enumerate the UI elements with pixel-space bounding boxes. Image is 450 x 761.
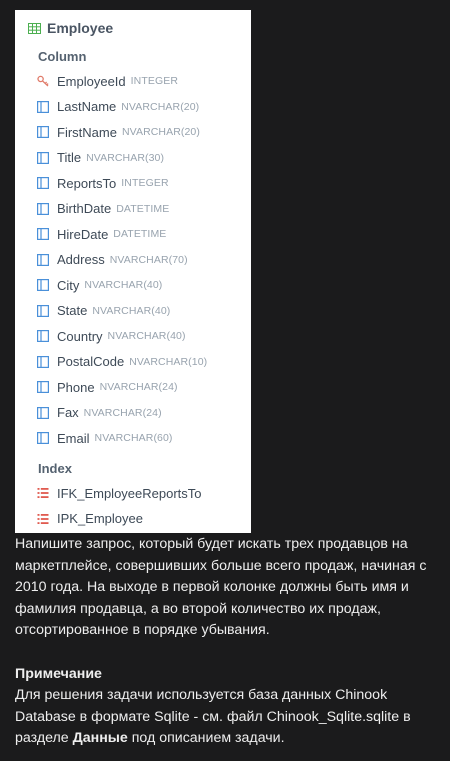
column-type: NVARCHAR(24) — [83, 406, 162, 419]
column-name: State — [57, 303, 88, 318]
column-row[interactable]: BirthDate DATETIME — [37, 200, 169, 218]
column-name: LastName — [57, 99, 117, 114]
column-name: City — [57, 277, 80, 293]
column-type: DATETIME — [116, 202, 170, 215]
column-row[interactable]: EmployeeId INTEGER — [37, 72, 178, 90]
column-row[interactable]: City NVARCHAR(40) — [37, 276, 162, 294]
column-type: NVARCHAR(20) — [121, 126, 200, 138]
column-row[interactable]: Email NVARCHAR(60) — [37, 429, 173, 447]
column-icon — [37, 177, 49, 189]
task-text: Напишите запрос, который будет искать тр… — [15, 536, 427, 639]
column-icon — [37, 253, 49, 266]
column-name: EmployeeId — [57, 73, 126, 89]
index-row[interactable]: IFK_EmployeeReportsTo — [37, 484, 202, 502]
column-icon — [37, 406, 49, 419]
column-name: Fax — [57, 405, 79, 420]
column-name: Email — [57, 430, 90, 446]
column-name: FirstName — [57, 124, 117, 140]
column-section-label: Column — [38, 49, 87, 64]
column-type: INTEGER — [121, 177, 169, 189]
column-icon — [37, 100, 49, 113]
column-type: INTEGER — [130, 75, 179, 87]
column-icon — [37, 279, 49, 291]
column-icon — [37, 330, 49, 342]
column-icon — [37, 432, 49, 444]
column-row[interactable]: FirstName NVARCHAR(20) — [37, 123, 200, 141]
column-type: NVARCHAR(30) — [86, 151, 165, 164]
column-name: Country — [57, 328, 103, 344]
table-icon — [28, 22, 41, 34]
column-type: NVARCHAR(40) — [84, 279, 163, 291]
note-text-end: под описанием задачи. — [127, 730, 285, 747]
column-icon — [37, 228, 49, 240]
index-name: IPK_Employee — [57, 511, 143, 526]
column-icon — [37, 304, 49, 317]
column-row[interactable]: LastName NVARCHAR(20) — [37, 98, 199, 116]
column-icon — [37, 202, 49, 215]
column-name: Phone — [57, 379, 95, 395]
index-section-label: Index — [38, 461, 72, 476]
schema-panel: Employee Column EmployeeId INTEGER LastNam… — [15, 10, 251, 533]
column-row[interactable]: State NVARCHAR(40) — [37, 302, 170, 320]
column-row[interactable]: ReportsTo INTEGER — [37, 174, 169, 192]
column-icon — [37, 126, 49, 138]
column-name: ReportsTo — [57, 175, 117, 191]
table-name: Employee — [47, 20, 114, 36]
note-title: Примечание — [15, 665, 102, 682]
column-type: NVARCHAR(70) — [109, 253, 188, 266]
column-row[interactable]: Fax NVARCHAR(24) — [37, 404, 162, 422]
column-type: DATETIME — [113, 228, 167, 240]
index-icon — [37, 513, 49, 524]
column-name: Address — [57, 252, 105, 267]
data-section-link[interactable]: Данные — [73, 730, 128, 746]
column-name: BirthDate — [57, 201, 112, 216]
column-row[interactable]: Phone NVARCHAR(24) — [37, 378, 178, 396]
column-type: NVARCHAR(10) — [129, 355, 208, 368]
task-description: Напишите запрос, который будет искать тр… — [15, 534, 445, 750]
column-name: Title — [57, 150, 82, 165]
column-row[interactable]: Address NVARCHAR(70) — [37, 251, 188, 269]
note-text: Для решения задачи используется база дан… — [15, 685, 445, 750]
index-name: IFK_EmployeeReportsTo — [57, 485, 202, 501]
column-name: HireDate — [57, 226, 109, 242]
column-icon — [37, 381, 49, 393]
column-icon — [37, 355, 49, 368]
column-type: NVARCHAR(20) — [121, 100, 200, 113]
column-row[interactable]: Title NVARCHAR(30) — [37, 149, 164, 167]
column-type: NVARCHAR(40) — [107, 330, 186, 342]
column-type: NVARCHAR(24) — [99, 381, 178, 393]
table-header[interactable]: Employee — [28, 19, 113, 37]
column-type: NVARCHAR(40) — [92, 304, 171, 317]
column-row[interactable]: HireDate DATETIME — [37, 225, 166, 243]
index-icon — [37, 488, 49, 498]
column-type: NVARCHAR(60) — [94, 432, 173, 444]
column-row[interactable]: Country NVARCHAR(40) — [37, 327, 186, 345]
key-icon — [37, 75, 49, 87]
column-icon — [37, 151, 49, 164]
index-row[interactable]: IPK_Employee — [37, 510, 143, 528]
column-row[interactable]: PostalCode NVARCHAR(10) — [37, 353, 207, 371]
column-name: PostalCode — [57, 354, 125, 369]
